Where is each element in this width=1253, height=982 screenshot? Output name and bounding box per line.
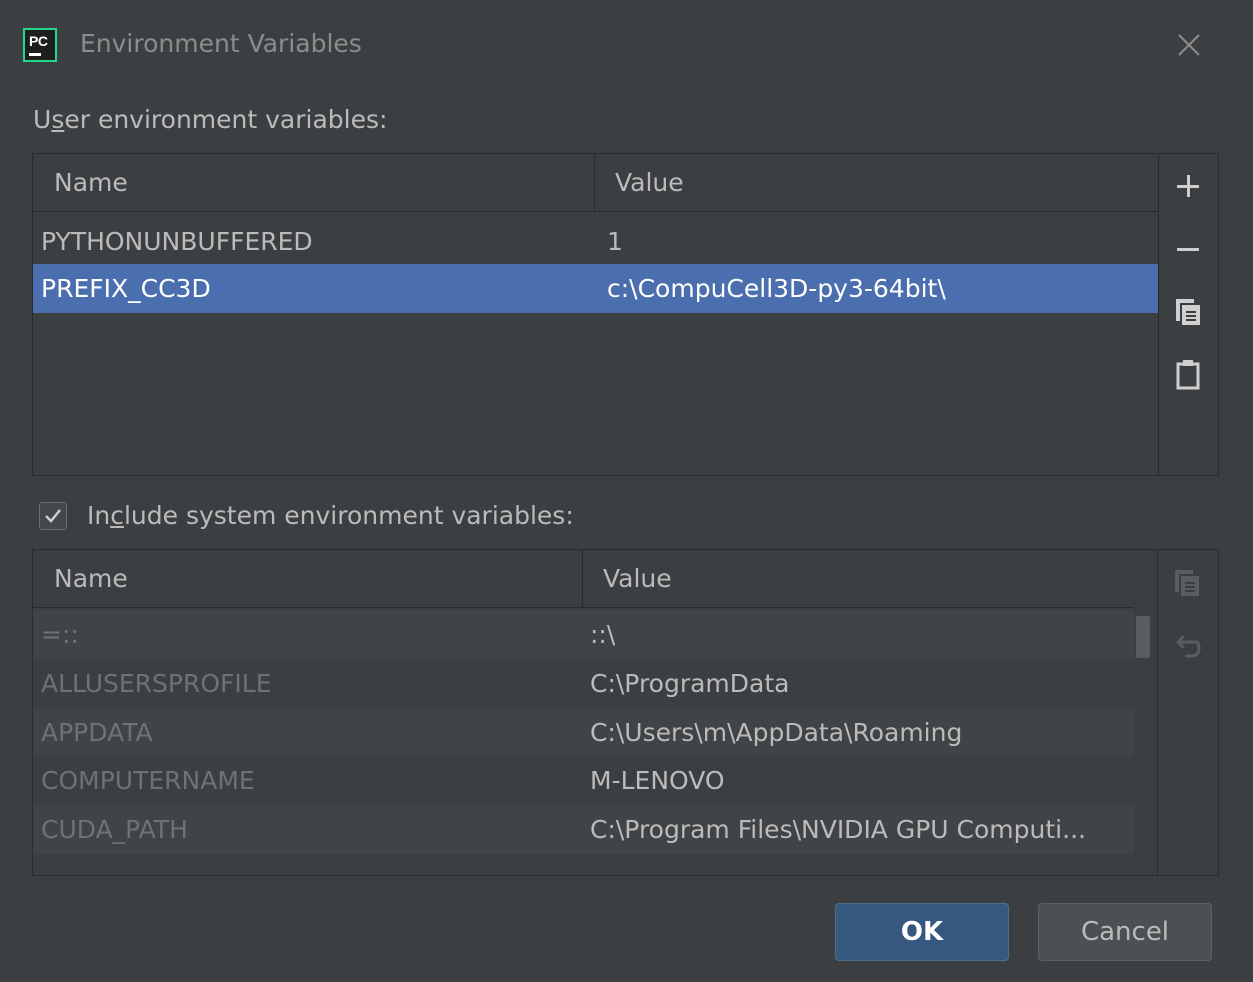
ok-button[interactable]: OK <box>835 903 1009 961</box>
pycharm-icon: PC <box>23 28 57 62</box>
cancel-button[interactable]: Cancel <box>1038 903 1212 961</box>
dialog-title: Environment Variables <box>80 29 362 58</box>
paste-icon[interactable] <box>1168 354 1208 394</box>
include-system-checkbox[interactable] <box>39 502 67 530</box>
include-system-label[interactable]: Include system environment variables: <box>87 501 574 530</box>
system-table-header: Name Value <box>33 550 1134 608</box>
variable-value: M-LENOVO <box>590 766 725 795</box>
add-icon[interactable] <box>1168 166 1208 206</box>
name-column-header[interactable]: Name <box>54 550 128 607</box>
user-table-header: Name Value <box>33 154 1158 212</box>
user-table-toolbar <box>1158 154 1218 475</box>
remove-icon[interactable] <box>1168 228 1208 268</box>
copy-icon[interactable] <box>1167 562 1207 602</box>
variable-value: ::\ <box>590 620 616 649</box>
table-row[interactable]: PYTHONUNBUFFERED 1 <box>33 217 1158 266</box>
value-column-header[interactable]: Value <box>615 154 684 211</box>
variable-name: COMPUTERNAME <box>41 766 255 795</box>
revert-icon[interactable] <box>1167 626 1207 666</box>
table-row[interactable]: =:: ::\ <box>33 610 1134 659</box>
system-variables-table: Name Value =:: ::\ ALLUSERSPROFILE C:\Pr… <box>32 549 1219 876</box>
title-bar: PC Environment Variables <box>0 0 1253 90</box>
variable-name: =:: <box>41 620 79 649</box>
variable-value: 1 <box>607 227 623 256</box>
user-variables-table: Name Value PYTHONUNBUFFERED 1 PREFIX_CC3… <box>32 153 1219 476</box>
table-row[interactable]: COMPUTERNAME M-LENOVO <box>33 756 1134 805</box>
close-icon[interactable] <box>1172 28 1206 62</box>
copy-icon[interactable] <box>1168 291 1208 331</box>
variable-name: APPDATA <box>41 718 153 747</box>
table-row[interactable]: CUDA_PATH C:\Program Files\NVIDIA GPU Co… <box>33 805 1134 854</box>
variable-name: CUDA_PATH <box>41 815 188 844</box>
user-variables-label: User environment variables: <box>33 105 388 134</box>
variable-value: C:\Users\m\AppData\Roaming <box>590 718 963 747</box>
variable-name: PYTHONUNBUFFERED <box>41 227 313 256</box>
table-row[interactable]: APPDATA C:\Users\m\AppData\Roaming <box>33 708 1134 757</box>
variable-name: ALLUSERSPROFILE <box>41 669 272 698</box>
name-column-header[interactable]: Name <box>54 154 128 211</box>
app-icon-text: PC <box>29 33 48 49</box>
variable-value: C:\Program Files\NVIDIA GPU Computi... <box>590 815 1086 844</box>
system-table-toolbar <box>1157 550 1218 875</box>
environment-variables-dialog: PC Environment Variables User environmen… <box>0 0 1253 982</box>
variable-value: c:\CompuCell3D-py3-64bit\ <box>607 274 946 303</box>
value-column-header[interactable]: Value <box>603 550 672 607</box>
variable-name: PREFIX_CC3D <box>41 274 211 303</box>
table-row-selected[interactable]: PREFIX_CC3D c:\CompuCell3D-py3-64bit\ <box>33 264 1158 313</box>
system-table-body: =:: ::\ ALLUSERSPROFILE C:\ProgramData A… <box>33 608 1134 875</box>
variable-value: C:\ProgramData <box>590 669 790 698</box>
table-row[interactable]: ALLUSERSPROFILE C:\ProgramData <box>33 659 1134 708</box>
scrollbar-thumb[interactable] <box>1136 616 1150 658</box>
table-row-partial[interactable] <box>33 854 1134 875</box>
